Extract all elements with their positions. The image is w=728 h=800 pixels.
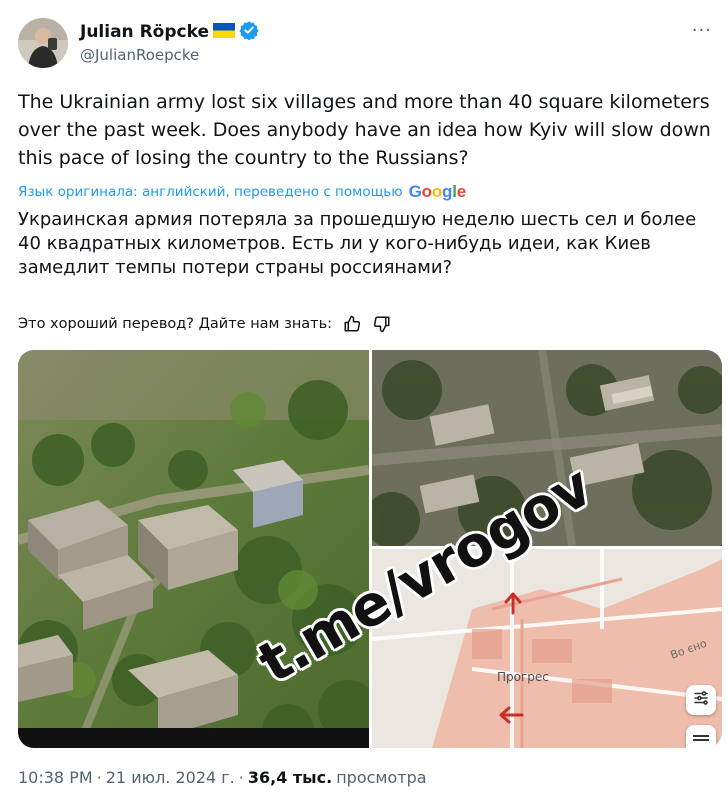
name-row: Julian Röpcke — [80, 20, 259, 44]
translated-text: Украинская армия потеряла за прошедшую н… — [18, 209, 697, 278]
tweet-date[interactable]: 21 июл. 2024 г. — [106, 768, 235, 787]
handle[interactable]: @JulianRoepcke — [80, 46, 199, 64]
views-label: просмотра — [336, 768, 427, 787]
translation-attribution: Язык оригинала: английский, переведено с… — [18, 182, 466, 202]
sliders-icon — [692, 689, 710, 711]
thumbs-down-icon[interactable] — [372, 314, 392, 334]
more-options-icon[interactable]: ··· — [692, 20, 712, 41]
translation-feedback: Это хороший перевод? Дайте нам знать: — [18, 314, 392, 334]
tweet-text: The Ukrainian army lost six villages and… — [18, 91, 711, 169]
map-village-label: Прогрес — [497, 670, 549, 684]
map-layers-button[interactable] — [686, 685, 716, 715]
map-secondary-button[interactable] — [686, 725, 716, 748]
display-name[interactable]: Julian Röpcke — [80, 22, 209, 42]
google-logo: Google — [408, 182, 467, 201]
grid-icon — [693, 728, 709, 747]
thumbs-up-icon[interactable] — [342, 314, 362, 334]
aerial-photo-villages[interactable] — [18, 350, 369, 748]
views-count: 36,4 тыс. — [247, 768, 333, 787]
meta-separator: · — [238, 768, 244, 787]
ukraine-flag-icon — [212, 22, 235, 42]
verified-badge-icon — [239, 20, 259, 44]
tweet-time[interactable]: 10:38 PM — [18, 768, 93, 787]
avatar[interactable] — [18, 18, 68, 68]
translation-note[interactable]: Язык оригинала: английский, переведено с… — [18, 184, 403, 200]
feedback-prompt: Это хороший перевод? Дайте нам знать: — [18, 316, 333, 332]
tweet-header: Julian Röpcke @JulianRoepcke ··· — [18, 14, 718, 70]
meta-separator: · — [96, 768, 102, 787]
tweet-meta: 10:38 PM · 21 июл. 2024 г. · 36,4 тыс. п… — [18, 768, 427, 787]
media-grid: Прогрес Во єно t.me/vrogov — [18, 350, 722, 748]
